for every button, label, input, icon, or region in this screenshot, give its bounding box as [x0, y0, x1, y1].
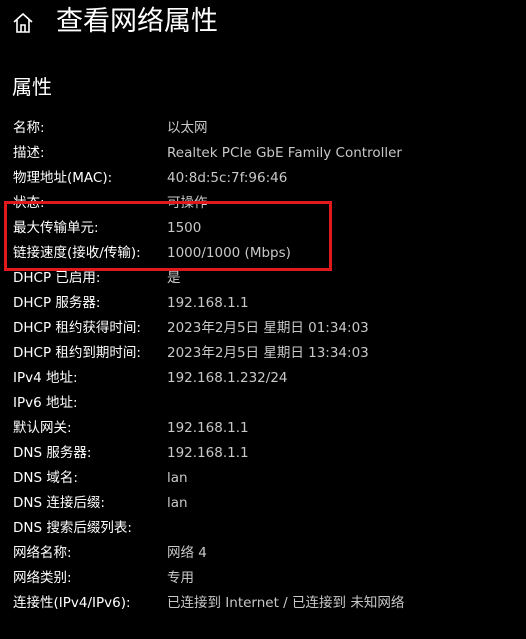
property-row-network-category: 网络类别: 专用	[0, 566, 526, 591]
property-row-lease-expires: DHCP 租约到期时间: 2023年2月5日 星期日 13:34:03	[0, 341, 526, 366]
property-label: DHCP 租约获得时间:	[13, 320, 141, 336]
property-label: DNS 搜索后缀列表:	[13, 520, 132, 536]
property-row-dhcp-enabled: DHCP 已启用: 是	[0, 266, 526, 291]
property-label: 描述:	[13, 145, 45, 161]
property-row-mtu: 最大传输单元: 1500	[0, 216, 526, 241]
property-row-ipv6: IPv6 地址:	[0, 391, 526, 416]
property-value[interactable]: lan	[167, 491, 188, 516]
property-value[interactable]: 1500	[167, 216, 201, 241]
property-label: DHCP 租约到期时间:	[13, 345, 141, 361]
property-value[interactable]: 是	[167, 266, 181, 291]
property-value[interactable]: 可操作	[167, 191, 208, 216]
property-value[interactable]: 2023年2月5日 星期日 13:34:03	[167, 341, 369, 366]
property-value[interactable]: 192.168.1.1	[167, 441, 249, 466]
property-label: 默认网关:	[13, 420, 72, 436]
property-value[interactable]: 192.168.1.1	[167, 416, 249, 441]
property-label: 物理地址(MAC):	[13, 170, 113, 186]
property-value[interactable]: 192.168.1.1	[167, 291, 249, 316]
properties-list: 名称: 以太网 描述: Realtek PCIe GbE Family Cont…	[0, 116, 526, 616]
property-row-dhcp-server: DHCP 服务器: 192.168.1.1	[0, 291, 526, 316]
property-label: 最大传输单元:	[13, 220, 99, 236]
property-label: 网络名称:	[13, 545, 72, 561]
property-row-default-gateway: 默认网关: 192.168.1.1	[0, 416, 526, 441]
property-row-dns-search-list: DNS 搜索后缀列表:	[0, 516, 526, 541]
property-label: 链接速度(接收/传输):	[13, 245, 141, 261]
property-row-status: 状态: 可操作	[0, 191, 526, 216]
property-value[interactable]: 网络 4	[167, 541, 207, 566]
property-row-dns-server: DNS 服务器: 192.168.1.1	[0, 441, 526, 466]
property-value[interactable]: 以太网	[167, 116, 208, 141]
property-label: DNS 连接后缀:	[13, 495, 105, 511]
home-icon[interactable]	[10, 10, 36, 36]
property-value[interactable]: 40:8d:5c:7f:96:46	[167, 166, 287, 191]
property-row-link-speed: 链接速度(接收/传输): 1000/1000 (Mbps)	[0, 241, 526, 266]
property-label: IPv4 地址:	[13, 370, 78, 386]
property-value[interactable]: 专用	[167, 566, 194, 591]
property-value[interactable]: 192.168.1.232/24	[167, 366, 288, 391]
property-label: 名称:	[13, 120, 45, 136]
property-row-ipv4: IPv4 地址: 192.168.1.232/24	[0, 366, 526, 391]
property-label: DNS 服务器:	[13, 445, 92, 461]
header: 查看网络属性	[0, 0, 526, 48]
property-row-dns-domain: DNS 域名: lan	[0, 466, 526, 491]
property-value[interactable]: 已连接到 Internet / 已连接到 未知网络	[167, 591, 404, 616]
section-title: 属性	[12, 75, 52, 99]
property-label: 连接性(IPv4/IPv6):	[13, 595, 131, 611]
property-row-network-name: 网络名称: 网络 4	[0, 541, 526, 566]
property-label: IPv6 地址:	[13, 395, 78, 411]
property-label: DHCP 已启用:	[13, 270, 101, 286]
property-label: DNS 域名:	[13, 470, 78, 486]
property-row-dns-suffix: DNS 连接后缀: lan	[0, 491, 526, 516]
property-value[interactable]: 2023年2月5日 星期日 01:34:03	[167, 316, 369, 341]
property-value[interactable]: 1000/1000 (Mbps)	[167, 241, 291, 266]
property-row-lease-obtained: DHCP 租约获得时间: 2023年2月5日 星期日 01:34:03	[0, 316, 526, 341]
property-row-description: 描述: Realtek PCIe GbE Family Controller	[0, 141, 526, 166]
property-value[interactable]: lan	[167, 466, 188, 491]
property-row-name: 名称: 以太网	[0, 116, 526, 141]
property-row-connectivity: 连接性(IPv4/IPv6): 已连接到 Internet / 已连接到 未知网…	[0, 591, 526, 616]
property-row-mac: 物理地址(MAC): 40:8d:5c:7f:96:46	[0, 166, 526, 191]
property-value[interactable]: Realtek PCIe GbE Family Controller	[167, 141, 402, 166]
page-title: 查看网络属性	[56, 6, 218, 37]
property-label: 网络类别:	[13, 570, 72, 586]
property-label: DHCP 服务器:	[13, 295, 101, 311]
property-label: 状态:	[13, 195, 45, 211]
